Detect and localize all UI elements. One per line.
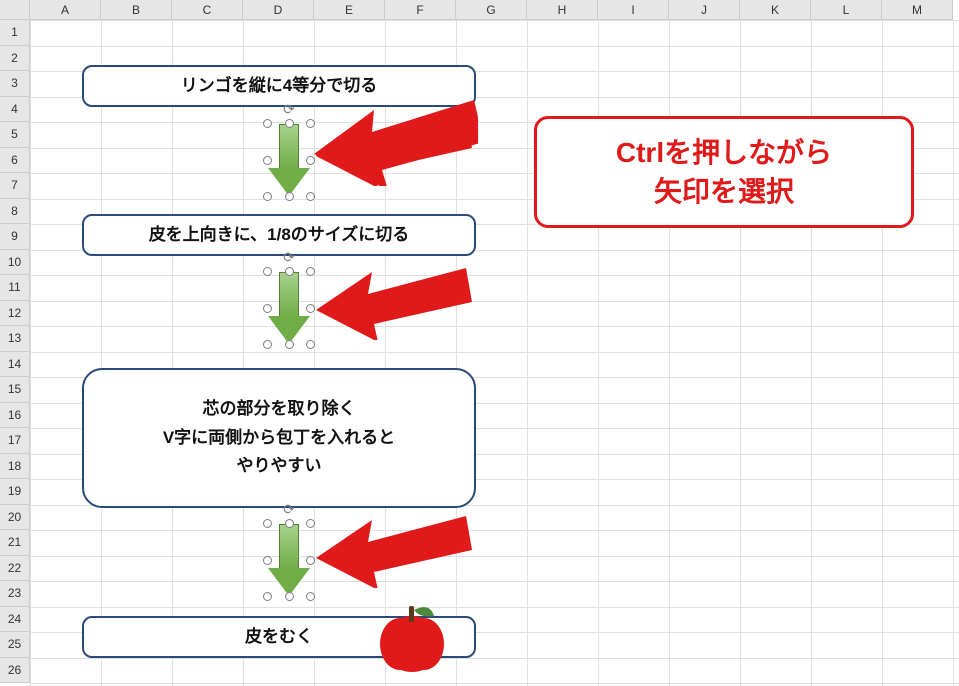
row-header[interactable]: 2 xyxy=(0,46,30,72)
column-header[interactable]: A xyxy=(30,0,101,20)
row-header[interactable]: 12 xyxy=(0,301,30,327)
column-header[interactable]: G xyxy=(456,0,527,20)
column-header[interactable]: J xyxy=(669,0,740,20)
column-header[interactable]: L xyxy=(811,0,882,20)
row-header[interactable]: 10 xyxy=(0,250,30,276)
column-header[interactable]: B xyxy=(101,0,172,20)
row-header[interactable]: 9 xyxy=(0,224,30,250)
row-header[interactable]: 6 xyxy=(0,148,30,174)
row-header[interactable]: 5 xyxy=(0,122,30,148)
row-header[interactable]: 25 xyxy=(0,632,30,658)
row-header[interactable]: 22 xyxy=(0,556,30,582)
spreadsheet-grid: ABCDEFGHIJKLM 12345678910111213141516171… xyxy=(0,0,959,686)
row-header[interactable]: 4 xyxy=(0,97,30,123)
row-header[interactable]: 1 xyxy=(0,20,30,46)
column-header[interactable]: I xyxy=(598,0,669,20)
column-header[interactable]: E xyxy=(314,0,385,20)
row-header[interactable]: 17 xyxy=(0,428,30,454)
row-header[interactable]: 24 xyxy=(0,607,30,633)
row-header[interactable]: 21 xyxy=(0,530,30,556)
column-header[interactable]: H xyxy=(527,0,598,20)
row-header[interactable]: 20 xyxy=(0,505,30,531)
row-header[interactable]: 3 xyxy=(0,71,30,97)
row-header[interactable]: 7 xyxy=(0,173,30,199)
row-header[interactable]: 16 xyxy=(0,403,30,429)
column-header[interactable]: K xyxy=(740,0,811,20)
row-header[interactable]: 14 xyxy=(0,352,30,378)
column-header[interactable]: M xyxy=(882,0,953,20)
row-header[interactable]: 11 xyxy=(0,275,30,301)
column-header[interactable]: F xyxy=(385,0,456,20)
column-header[interactable]: C xyxy=(172,0,243,20)
row-header[interactable]: 26 xyxy=(0,658,30,684)
header-corner[interactable] xyxy=(0,0,30,20)
row-header[interactable]: 23 xyxy=(0,581,30,607)
row-header[interactable]: 8 xyxy=(0,199,30,225)
column-header[interactable]: D xyxy=(243,0,314,20)
row-header[interactable]: 18 xyxy=(0,454,30,480)
row-header[interactable]: 13 xyxy=(0,326,30,352)
row-header[interactable]: 15 xyxy=(0,377,30,403)
row-header[interactable]: 19 xyxy=(0,479,30,505)
